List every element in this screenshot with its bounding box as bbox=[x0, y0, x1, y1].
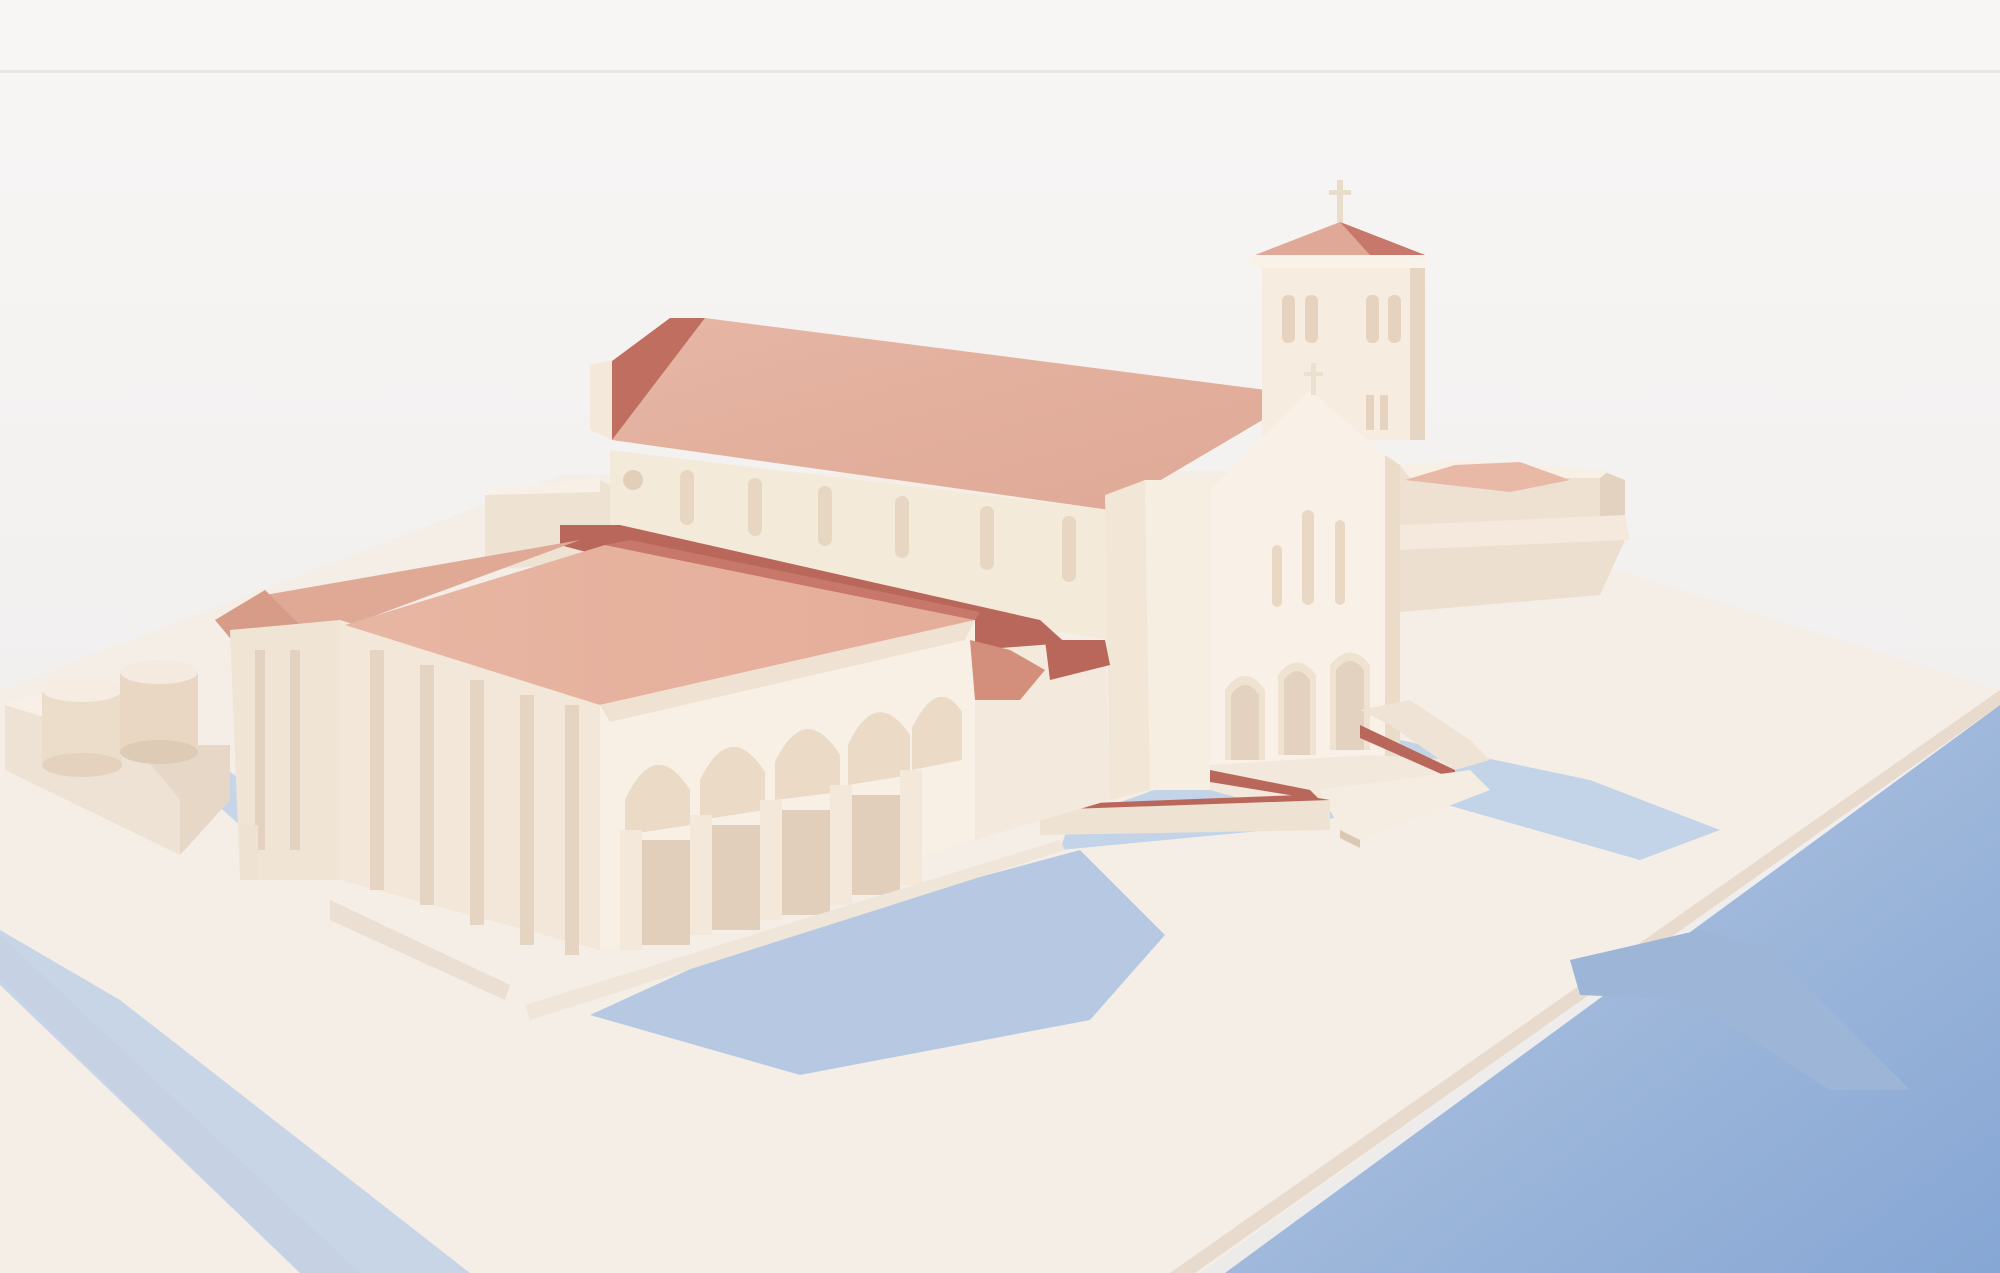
rear-annex-building bbox=[1400, 460, 1630, 612]
nave-roof-gable-left bbox=[590, 360, 612, 440]
storage-tank-1 bbox=[42, 678, 122, 777]
hall-corner-post bbox=[240, 825, 258, 880]
church-model-render bbox=[0, 0, 2000, 1273]
horizon-line bbox=[0, 70, 2000, 73]
storage-tank-2 bbox=[120, 660, 198, 764]
nave-oculus-window bbox=[623, 470, 643, 490]
architectural-render-viewport bbox=[0, 0, 2000, 1273]
